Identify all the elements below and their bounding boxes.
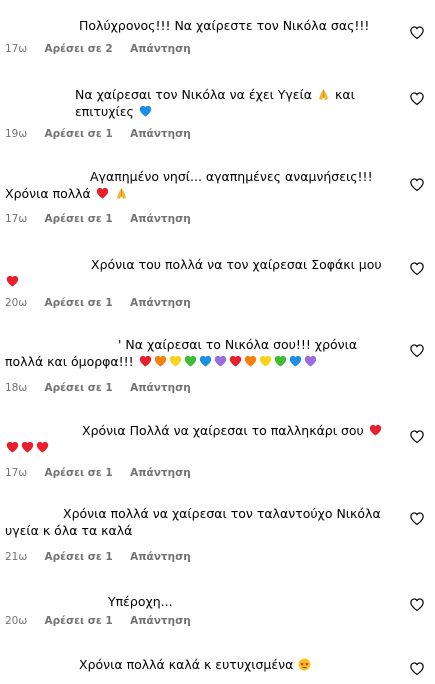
comment-text: Χρόνια πολλά να χαίρεσαι τον ταλαντούχο … xyxy=(5,505,400,539)
red-heart-emoji xyxy=(139,355,151,367)
comment-text-line: πολλά και όμορφα!!! xyxy=(5,354,134,369)
likes-count[interactable]: Αρέσει σε 1 xyxy=(45,467,113,479)
likes-count[interactable]: Αρέσει σε 2 xyxy=(45,43,113,55)
blue-heart-emoji xyxy=(289,355,301,367)
comment-text-line: Πολύχρονος!!! Να χαίρεστε τον Νικόλα σας… xyxy=(79,18,370,33)
reply-button[interactable]: Απάντηση xyxy=(130,128,191,140)
comment-time: 17ω xyxy=(5,213,28,225)
comment-text-line: Υπέροχη... xyxy=(108,594,173,609)
like-heart-icon[interactable] xyxy=(410,344,424,358)
comment-time: 20ω xyxy=(5,297,28,309)
purple-heart-emoji xyxy=(304,355,316,367)
reply-button[interactable]: Απάντηση xyxy=(130,43,191,55)
red-heart-emoji xyxy=(21,441,34,453)
comment-text-line: Να χαίρεσαι τον Νικόλα να έχει Υγεία xyxy=(75,87,313,102)
comment-time: 19ω xyxy=(5,128,28,140)
likes-count[interactable]: Αρέσει σε 1 xyxy=(45,297,113,309)
comment-meta: 17ω Αρέσει σε 2 Απάντηση xyxy=(5,42,205,56)
red-heart-emoji xyxy=(96,187,108,199)
reply-button[interactable]: Απάντηση xyxy=(130,615,191,627)
comment-text-line: και xyxy=(335,87,355,102)
comment-text-line: Χρόνια του πολλά να τον χαίρεσαι Σοφάκι … xyxy=(91,257,382,272)
likes-count[interactable]: Αρέσει σε 1 xyxy=(45,551,113,563)
reply-button[interactable]: Απάντηση xyxy=(130,382,191,394)
blue-heart-emoji xyxy=(139,105,152,117)
like-heart-icon[interactable] xyxy=(410,430,424,444)
comment-text: Να χαίρεσαι τον Νικόλα να έχει Υγεία και… xyxy=(75,86,375,120)
comment-text-line: υγεία κ όλα τα καλά xyxy=(5,523,133,538)
comment-text: Χρόνια πολλά καλά κ ευτυχισμένα xyxy=(79,656,435,673)
like-heart-icon[interactable] xyxy=(410,92,424,106)
reply-button[interactable]: Απάντηση xyxy=(130,551,191,563)
comment-meta: 17ω Αρέσει σε 1 Απάντηση xyxy=(5,466,205,480)
likes-count[interactable]: Αρέσει σε 1 xyxy=(45,213,113,225)
likes-count[interactable]: Αρέσει σε 1 xyxy=(45,382,113,394)
folded-hands-emoji xyxy=(116,188,126,199)
like-heart-icon[interactable] xyxy=(410,262,424,276)
likes-count[interactable]: Αρέσει σε 1 xyxy=(45,615,113,627)
blue-heart-emoji xyxy=(199,355,211,367)
green-heart-emoji xyxy=(274,355,286,367)
yellow-heart-emoji xyxy=(169,355,181,367)
comment-meta: 18ω Αρέσει σε 1 Απάντηση xyxy=(5,381,205,395)
comment-time: 21ω xyxy=(5,551,28,563)
folded-hands-emoji xyxy=(319,89,329,100)
comment-meta: 20ω Αρέσει σε 1 Απάντηση xyxy=(5,296,205,310)
reply-button[interactable]: Απάντηση xyxy=(130,213,191,225)
yellow-heart-emoji xyxy=(259,355,271,367)
comment-time: 18ω xyxy=(5,382,28,394)
star-struck-emoji xyxy=(298,658,311,671)
comment-meta: 20ω Αρέσει σε 1 Απάντηση xyxy=(5,614,205,628)
comment-meta: 19ω Αρέσει σε 1 Απάντηση xyxy=(5,127,205,141)
comment-text-line: Χρόνια πολλά καλά κ ευτυχισμένα xyxy=(79,657,294,672)
like-heart-icon[interactable] xyxy=(410,512,424,526)
orange-heart-emoji xyxy=(244,355,256,367)
comment-text-line: Χρόνια Πολλά να χαίρεσαι το παλληκάρι σο… xyxy=(82,423,364,438)
comment-text-line: Χρόνια πολλά να χαίρεσαι τον ταλαντούχο … xyxy=(63,506,381,521)
comment-text-line: ' Να χαίρεσαι το Νικόλα σου!!! χρόνια xyxy=(118,337,358,352)
likes-count[interactable]: Αρέσει σε 1 xyxy=(45,128,113,140)
reply-button[interactable]: Απάντηση xyxy=(130,297,191,309)
comment-time: 17ω xyxy=(5,43,28,55)
red-heart-emoji xyxy=(6,441,19,453)
red-heart-emoji xyxy=(229,355,241,367)
purple-heart-emoji xyxy=(214,355,226,367)
green-heart-emoji xyxy=(184,355,196,367)
comment-text: Αγαπημένο νησί... αγαπημένες αναμνήσεις!… xyxy=(5,168,400,202)
comment-text: Χρόνια του πολλά να τον χαίρεσαι Σοφάκι … xyxy=(5,256,400,290)
reply-button[interactable]: Απάντηση xyxy=(130,467,191,479)
comment-time: 17ω xyxy=(5,467,28,479)
comment-text-line: Χρόνια πολλά xyxy=(5,186,91,201)
red-heart-emoji xyxy=(369,424,381,436)
like-heart-icon[interactable] xyxy=(410,598,424,612)
red-heart-emoji xyxy=(6,275,19,287)
like-heart-icon[interactable] xyxy=(410,662,424,676)
like-heart-icon[interactable] xyxy=(410,178,424,192)
comment-meta: 21ω Αρέσει σε 1 Απάντηση xyxy=(5,550,205,564)
like-heart-icon[interactable] xyxy=(410,26,424,40)
comment-text-line: Αγαπημένο νησί... αγαπημένες αναμνήσεις!… xyxy=(90,169,373,184)
comment-time: 20ω xyxy=(5,615,28,627)
red-heart-emoji xyxy=(36,441,49,453)
orange-heart-emoji xyxy=(154,355,166,367)
comment-text: Πολύχρονος!!! Να χαίρεστε τον Νικόλα σας… xyxy=(79,17,435,34)
comment-text: Χρόνια Πολλά να χαίρεσαι το παλληκάρι σο… xyxy=(5,422,400,456)
comment-meta: 17ω Αρέσει σε 1 Απάντηση xyxy=(5,212,205,226)
comment-text-line: επιτυχίες xyxy=(75,104,134,119)
comment-text: ' Να χαίρεσαι το Νικόλα σου!!! χρόνια πο… xyxy=(5,336,400,370)
comment-text: Υπέροχη... xyxy=(108,593,435,610)
